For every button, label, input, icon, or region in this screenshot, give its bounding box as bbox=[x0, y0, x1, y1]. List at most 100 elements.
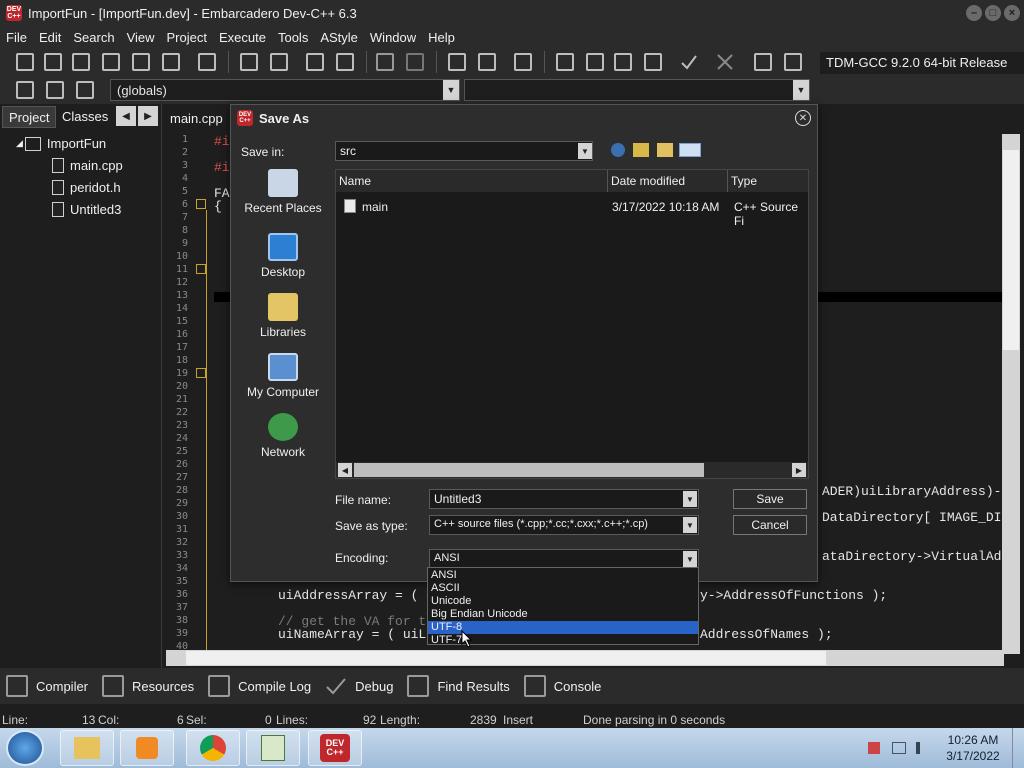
run-icon[interactable] bbox=[586, 53, 604, 71]
close-all-icon[interactable] bbox=[162, 53, 180, 71]
chevron-down-icon[interactable]: ▼ bbox=[578, 143, 592, 159]
print-icon[interactable] bbox=[198, 53, 216, 71]
show-desktop-button[interactable] bbox=[1012, 728, 1024, 768]
taskbar-devcpp[interactable]: DEV C++ bbox=[308, 730, 362, 766]
tab-resources[interactable]: Resources bbox=[102, 675, 194, 697]
new-file-icon[interactable] bbox=[16, 53, 34, 71]
clock[interactable]: 10:26 AM 3/17/2022 bbox=[938, 732, 1008, 764]
rebuild-all-icon[interactable] bbox=[644, 53, 662, 71]
minimize-icon[interactable]: – bbox=[966, 5, 982, 21]
tab-compiler[interactable]: Compiler bbox=[6, 675, 88, 697]
bookmark-list-icon[interactable] bbox=[76, 81, 94, 99]
column-name[interactable]: Name bbox=[336, 170, 608, 192]
tab-find-results[interactable]: Find Results bbox=[407, 675, 510, 697]
save-in-select[interactable]: src bbox=[335, 141, 593, 161]
menu-search[interactable]: Search bbox=[67, 30, 120, 45]
chevron-down-icon[interactable]: ▼ bbox=[793, 80, 809, 100]
find-icon[interactable] bbox=[240, 53, 258, 71]
scrollbar-thumb[interactable] bbox=[186, 651, 826, 665]
goto-declaration-icon[interactable] bbox=[16, 81, 34, 99]
tab-console[interactable]: Console bbox=[523, 675, 601, 697]
menu-tools[interactable]: Tools bbox=[272, 30, 314, 45]
fold-marker-icon[interactable] bbox=[196, 264, 206, 274]
scrollbar-thumb[interactable] bbox=[1003, 150, 1019, 350]
new-folder-icon[interactable] bbox=[657, 143, 673, 157]
replace-icon[interactable] bbox=[270, 53, 288, 71]
place-libraries[interactable]: Libraries bbox=[241, 293, 325, 339]
save-as-type-select[interactable]: C++ source files (*.cpp;*.cc;*.cxx;*.c++… bbox=[429, 515, 699, 535]
back-icon[interactable] bbox=[611, 143, 625, 157]
chevron-down-icon[interactable]: ▼ bbox=[683, 491, 697, 507]
cancel-button[interactable]: Cancel bbox=[733, 515, 807, 535]
place-recent[interactable]: Recent Places bbox=[241, 169, 325, 215]
chevron-left-icon[interactable]: ◀ bbox=[338, 463, 352, 477]
chevron-left-icon[interactable]: ◀ bbox=[116, 106, 136, 126]
menu-project[interactable]: Project bbox=[161, 30, 213, 45]
start-button[interactable] bbox=[6, 730, 44, 766]
chevron-right-icon[interactable]: ▶ bbox=[138, 106, 158, 126]
tab-compile-log[interactable]: Compile Log bbox=[208, 675, 311, 697]
place-my-computer[interactable]: My Computer bbox=[241, 353, 325, 399]
fold-marker-icon[interactable] bbox=[196, 368, 206, 378]
volume-icon[interactable] bbox=[916, 742, 928, 754]
comment-icon[interactable] bbox=[514, 53, 532, 71]
scope-select[interactable]: (globals) bbox=[110, 79, 460, 101]
encoding-select[interactable]: ANSI bbox=[429, 549, 699, 569]
new-project-icon[interactable] bbox=[448, 53, 466, 71]
stop-execution-icon[interactable] bbox=[716, 53, 734, 71]
chevron-down-icon[interactable]: ▼ bbox=[683, 517, 697, 533]
save-icon[interactable] bbox=[72, 53, 90, 71]
file-row[interactable]: main 3/17/2022 10:18 AM C++ Source Fi bbox=[342, 198, 802, 228]
chevron-right-icon[interactable]: ▶ bbox=[792, 463, 806, 477]
tree-file[interactable]: peridot.h bbox=[52, 180, 121, 195]
view-menu-icon[interactable] bbox=[679, 143, 701, 157]
encoding-option[interactable]: ANSI bbox=[428, 569, 698, 582]
place-network[interactable]: Network bbox=[241, 413, 325, 459]
save-all-icon[interactable] bbox=[102, 53, 120, 71]
column-date-modified[interactable]: Date modified bbox=[608, 170, 728, 192]
redo-icon[interactable] bbox=[406, 53, 424, 71]
close-file-icon[interactable] bbox=[132, 53, 150, 71]
column-type[interactable]: Type bbox=[728, 170, 808, 192]
delete-profile-icon[interactable] bbox=[784, 53, 802, 71]
menu-file[interactable]: File bbox=[0, 30, 33, 45]
menu-execute[interactable]: Execute bbox=[213, 30, 272, 45]
close-icon[interactable]: × bbox=[1004, 5, 1020, 21]
remove-project-icon[interactable] bbox=[478, 53, 496, 71]
tree-project[interactable]: ◢ ImportFun bbox=[16, 136, 106, 151]
vertical-scrollbar[interactable] bbox=[1002, 134, 1020, 654]
scrollbar-thumb[interactable] bbox=[354, 463, 704, 477]
chevron-down-icon[interactable]: ▼ bbox=[683, 551, 697, 567]
expand-icon[interactable]: ◢ bbox=[16, 138, 23, 149]
chevron-down-icon[interactable]: ▼ bbox=[443, 80, 459, 100]
profile-icon[interactable] bbox=[754, 53, 772, 71]
network-tray-icon[interactable] bbox=[892, 742, 906, 754]
maximize-icon[interactable]: □ bbox=[985, 5, 1001, 21]
compiler-select[interactable]: TDM-GCC 9.2.0 64-bit Release bbox=[820, 52, 1024, 74]
encoding-option[interactable]: ASCII bbox=[428, 582, 698, 595]
menu-view[interactable]: View bbox=[121, 30, 161, 45]
taskbar-chrome[interactable] bbox=[186, 730, 240, 766]
tab-project[interactable]: Project bbox=[2, 106, 57, 128]
menu-astyle[interactable]: AStyle bbox=[314, 30, 364, 45]
file-list[interactable]: Name Date modified Type main 3/17/2022 1… bbox=[335, 169, 809, 479]
compile-icon[interactable] bbox=[556, 53, 574, 71]
tree-file[interactable]: main.cpp bbox=[52, 158, 123, 173]
action-center-icon[interactable] bbox=[868, 742, 880, 754]
menu-help[interactable]: Help bbox=[422, 30, 461, 45]
tab-main-cpp[interactable]: main.cpp bbox=[166, 108, 227, 130]
toggle-bookmark-icon[interactable] bbox=[336, 53, 354, 71]
tab-classes[interactable]: Classes bbox=[56, 106, 114, 128]
file-name-input[interactable]: Untitled3 bbox=[429, 489, 699, 509]
save-button[interactable]: Save bbox=[733, 489, 807, 509]
place-desktop[interactable]: Desktop bbox=[241, 233, 325, 279]
menu-edit[interactable]: Edit bbox=[33, 30, 67, 45]
close-icon[interactable]: ✕ bbox=[795, 110, 811, 126]
undo-icon[interactable] bbox=[376, 53, 394, 71]
compile-run-icon[interactable] bbox=[614, 53, 632, 71]
up-folder-icon[interactable] bbox=[633, 143, 649, 157]
tab-debug[interactable]: Debug bbox=[325, 675, 393, 697]
tree-file[interactable]: Untitled3 bbox=[52, 202, 121, 217]
function-select[interactable] bbox=[464, 79, 810, 101]
encoding-option[interactable]: Big Endian Unicode bbox=[428, 608, 698, 621]
